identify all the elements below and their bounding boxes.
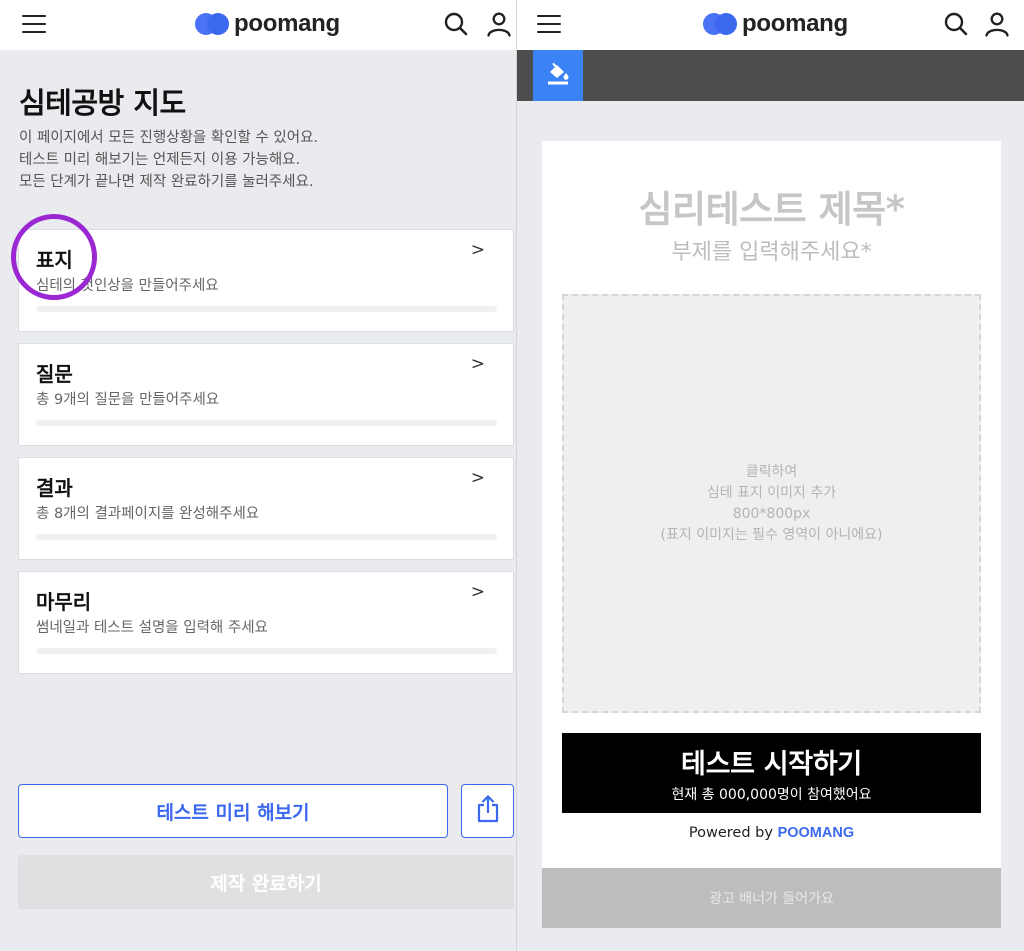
share-icon <box>475 794 501 828</box>
left-pane: poomang 심테공방 지도 이 페이지에서 모든 진행상황을 확인할 수 있… <box>0 0 516 951</box>
start-test-button[interactable]: 테스트 시작하기 현재 총 000,000명이 참여했어요 <box>562 733 981 813</box>
cover-subtitle-input[interactable]: 부제를 입력해주세요* <box>542 234 1001 266</box>
description-line: 이 페이지에서 모든 진행상황을 확인할 수 있어요. <box>19 130 319 146</box>
paint-bucket-button[interactable] <box>533 50 583 101</box>
complete-button[interactable]: 제작 완료하기 <box>18 855 514 909</box>
description-line: 모든 단계가 끝나면 제작 완료하기를 눌러주세요. <box>19 174 314 190</box>
step-subtitle: 심테의 첫인상을 만들어주세요 <box>36 278 219 294</box>
cover-title-input[interactable]: 심리테스트 제목* <box>542 179 1001 233</box>
user-icon[interactable] <box>984 11 1010 37</box>
step-progress-bar <box>36 648 497 654</box>
editor-toolbar <box>517 50 1024 101</box>
header: poomang <box>517 0 1024 50</box>
chevron-right-icon: > <box>470 240 485 260</box>
image-hint-line: 심테 표지 이미지 추가 <box>706 484 837 501</box>
step-card-finish[interactable]: 마무리 썸네일과 테스트 설명을 입력해 주세요 > <box>18 571 514 674</box>
participant-count: 현재 총 000,000명이 참여했어요 <box>671 787 872 803</box>
logo-mark-icon <box>703 13 737 35</box>
image-hint-line: 800*800px <box>732 505 811 522</box>
step-title: 마무리 <box>36 590 92 614</box>
powered-by-label: Powered by <box>688 825 773 841</box>
step-card-results[interactable]: 결과 총 8개의 결과페이지를 완성해주세요 > <box>18 457 514 560</box>
step-progress-bar <box>36 534 497 540</box>
search-icon[interactable] <box>943 11 969 37</box>
description-line: 테스트 미리 해보기는 언제든지 이용 가능해요. <box>19 152 301 168</box>
chevron-right-icon: > <box>470 582 485 602</box>
step-title: 질문 <box>36 362 73 386</box>
step-subtitle: 썸네일과 테스트 설명을 입력해 주세요 <box>36 620 268 636</box>
chevron-right-icon: > <box>470 354 485 374</box>
step-card-cover[interactable]: 표지 심테의 첫인상을 만들어주세요 > <box>18 229 514 332</box>
paint-bucket-icon <box>545 61 571 91</box>
logo[interactable]: poomang <box>703 9 848 39</box>
test-preview-button[interactable]: 테스트 미리 해보기 <box>18 784 448 838</box>
page-description: 이 페이지에서 모든 진행상황을 확인할 수 있어요. 테스트 미리 해보기는 … <box>19 127 318 193</box>
header: poomang <box>0 0 516 50</box>
image-hint-line: 클릭하여 <box>745 463 798 480</box>
share-button[interactable] <box>461 784 514 838</box>
cover-preview: 심리테스트 제목* 부제를 입력해주세요* 클릭하여 심테 표지 이미지 추가 … <box>542 141 1001 928</box>
logo-text: poomang <box>742 10 848 37</box>
logo[interactable]: poomang <box>195 9 340 39</box>
powered-by-brand: POOMANG <box>777 825 855 841</box>
page-title: 심테공방 지도 <box>19 86 186 120</box>
step-progress-bar <box>36 420 497 426</box>
powered-by: Powered by POOMANG <box>542 825 1001 841</box>
right-pane: poomang 심리테스트 제목* 부제를 입력해주세요* 클릭하여 심테 표지… <box>517 0 1024 951</box>
step-subtitle: 총 8개의 결과페이지를 완성해주세요 <box>36 506 260 522</box>
hamburger-menu-icon[interactable] <box>22 14 48 34</box>
user-icon[interactable] <box>486 11 512 37</box>
chevron-right-icon: > <box>470 468 485 488</box>
step-progress-bar <box>36 306 497 312</box>
step-card-questions[interactable]: 질문 총 9개의 질문을 만들어주세요 > <box>18 343 514 446</box>
logo-mark-icon <box>195 13 229 35</box>
search-icon[interactable] <box>443 11 469 37</box>
logo-text: poomang <box>234 10 340 37</box>
step-title: 표지 <box>36 248 73 272</box>
step-subtitle: 총 9개의 질문을 만들어주세요 <box>36 392 220 408</box>
ad-banner: 광고 배너가 들어가요 <box>542 868 1001 928</box>
image-hint-line: (표지 이미지는 필수 영역이 아니에요) <box>660 526 883 543</box>
step-title: 결과 <box>36 476 73 500</box>
start-test-label: 테스트 시작하기 <box>681 749 862 780</box>
cover-image-upload[interactable]: 클릭하여 심테 표지 이미지 추가 800*800px (표지 이미지는 필수 … <box>562 294 981 713</box>
hamburger-menu-icon[interactable] <box>537 14 563 34</box>
